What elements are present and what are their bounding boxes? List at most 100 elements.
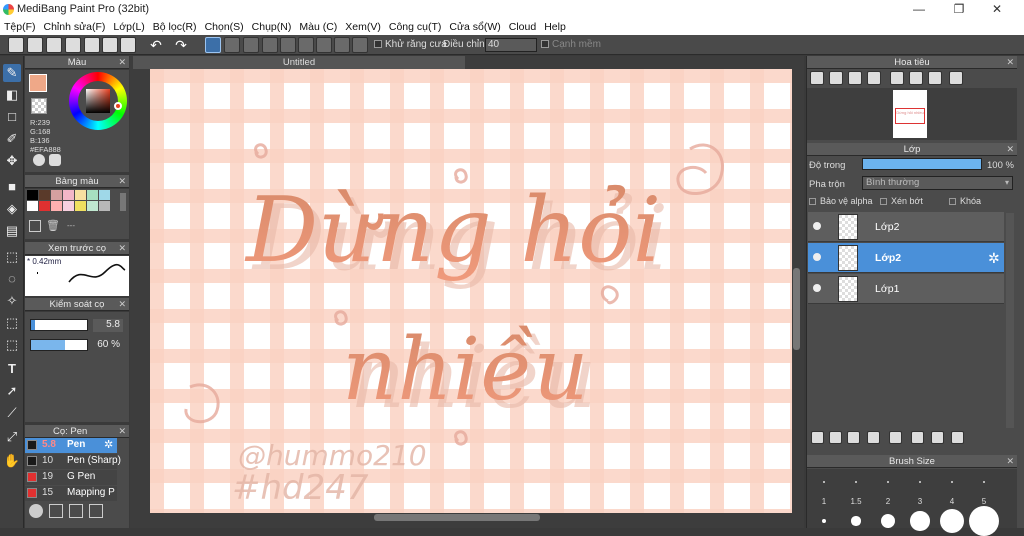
restore-button[interactable]: ❐ (944, 1, 974, 17)
palette-swatch[interactable] (27, 190, 38, 200)
palette-scrollbar[interactable] (120, 193, 126, 211)
merge-layer-icon[interactable] (931, 431, 944, 444)
menu-filter[interactable]: Bộ lọc(R) (153, 21, 197, 33)
hand-tool-icon[interactable]: ✋ (3, 452, 21, 470)
layer-scrollbar[interactable] (1006, 213, 1014, 428)
brush-item[interactable]: 5.8 Pen ✲ (25, 438, 117, 453)
palette-swatch[interactable] (99, 190, 110, 200)
gear-icon[interactable]: ✲ (104, 438, 113, 451)
panel-close-icon[interactable]: ✕ (1006, 143, 1014, 156)
new-layer-alt-icon[interactable] (829, 431, 842, 444)
pen-tool-icon[interactable]: ✐ (3, 130, 21, 148)
palette-swatch[interactable] (39, 201, 50, 211)
canvas-artwork[interactable]: Dừng hỏi Dừng hỏi nhiều nhiều @hummo210 … (150, 69, 792, 513)
brush-tool-icon[interactable]: ✎ (3, 64, 21, 82)
zoom-in-alt-icon[interactable] (829, 71, 843, 85)
vanishing-snap-icon[interactable] (262, 37, 278, 53)
operation-tool-icon[interactable]: ➚ (3, 382, 21, 400)
move-tool-icon[interactable]: ✥ (3, 152, 21, 170)
layer-row[interactable]: Lớp2 ✲ (808, 243, 1004, 273)
brush-size-cell[interactable]: 1 (809, 471, 839, 526)
rotate-icon[interactable] (928, 71, 942, 85)
folder-icon[interactable] (889, 431, 902, 444)
menu-snap[interactable]: Chụp(N) (252, 21, 292, 33)
dot-tool-icon[interactable]: □ (3, 108, 21, 126)
fill-rect-tool-icon[interactable]: ■ (3, 178, 21, 196)
menu-file[interactable]: Tệp(F) (4, 21, 36, 33)
palette-swatch[interactable] (39, 190, 50, 200)
divide-tool-icon[interactable]: ⟋ (3, 404, 21, 422)
visibility-eye-icon[interactable] (813, 222, 821, 230)
visibility-eye-icon[interactable] (813, 284, 821, 292)
cloud-brush-icon[interactable] (29, 504, 43, 518)
visibility-eye-icon[interactable] (813, 253, 821, 261)
brush-size-cell[interactable]: 5 (969, 471, 999, 536)
brush-item[interactable]: 15 Mapping P (25, 486, 117, 501)
grid-icon[interactable] (120, 37, 136, 53)
gradient-tool-icon[interactable]: ▤ (3, 222, 21, 240)
select-eraser-tool-icon[interactable]: ⬚ (3, 336, 21, 354)
panel-close-icon[interactable]: ✕ (118, 242, 126, 255)
cloud-icon[interactable] (8, 37, 24, 53)
select-pen-tool-icon[interactable]: ⬚ (3, 314, 21, 332)
new-layer-icon[interactable] (811, 431, 824, 444)
fullscreen-icon[interactable] (909, 71, 923, 85)
menu-select[interactable]: Chọn(S) (205, 21, 244, 33)
brush-size-cell[interactable]: 2 (873, 471, 903, 529)
eraser-tool-icon[interactable]: ◧ (3, 86, 21, 104)
color-settings-icon[interactable] (49, 154, 61, 166)
palette-swatch[interactable] (51, 190, 62, 200)
color-mode-icon[interactable] (33, 154, 45, 166)
brush-opacity-slider[interactable] (30, 339, 88, 351)
palette-swatch[interactable] (87, 190, 98, 200)
message-icon[interactable] (65, 37, 81, 53)
new-palette-icon[interactable] (29, 220, 41, 232)
parallel-snap-icon[interactable] (224, 37, 240, 53)
menu-tools[interactable]: Công cụ(T) (389, 21, 442, 33)
palette-swatch[interactable] (63, 201, 74, 211)
panel-close-icon[interactable]: ✕ (118, 425, 126, 438)
cross-snap-icon[interactable] (243, 37, 259, 53)
panel-close-icon[interactable]: ✕ (118, 298, 126, 311)
document-icon[interactable] (84, 37, 100, 53)
panel-close-icon[interactable]: ✕ (118, 56, 126, 69)
protect-alpha-checkbox[interactable] (809, 198, 816, 205)
color-wheel[interactable] (69, 72, 127, 130)
menu-edit[interactable]: Chỉnh sửa(F) (44, 21, 106, 33)
duplicate-layer-icon[interactable] (911, 431, 924, 444)
delete-layer-icon[interactable] (951, 431, 964, 444)
palette-swatch[interactable] (75, 190, 86, 200)
panel-close-icon[interactable]: ✕ (1006, 56, 1014, 69)
menu-cloud[interactable]: Cloud (509, 21, 536, 33)
palette-swatch[interactable] (27, 201, 38, 211)
redo-icon[interactable]: ↷ (172, 37, 190, 53)
navigator-viewport[interactable]: Dừng hỏi nhiều (895, 108, 925, 124)
palette-swatch[interactable] (99, 201, 110, 211)
palette-swatch[interactable] (51, 201, 62, 211)
primary-color-swatch[interactable] (29, 74, 47, 92)
curve-snap-icon[interactable] (316, 37, 332, 53)
navigator-view[interactable]: Dừng hỏi nhiều (807, 88, 1017, 140)
layer-row[interactable]: Lớp2 (808, 212, 1004, 242)
brush-item[interactable]: 10 Pen (Sharp) (25, 454, 121, 469)
brush-size-value[interactable]: 5.8 (93, 319, 123, 332)
adjust-input[interactable]: 40 (485, 38, 537, 52)
blend-mode-select[interactable]: Bình thường ▾ (862, 176, 1013, 190)
eyedropper-tool-icon[interactable]: ⤢ (3, 428, 21, 446)
canvas-vscrollbar[interactable] (793, 268, 800, 350)
lasso-tool-icon[interactable]: ◌ (3, 270, 21, 288)
panel-close-icon[interactable]: ✕ (1006, 455, 1014, 468)
add-brush-icon[interactable] (49, 504, 63, 518)
palette-swatch[interactable] (63, 190, 74, 200)
text-tool-icon[interactable]: T (3, 360, 21, 378)
clipping-checkbox[interactable] (880, 198, 887, 205)
brush-settings-icon[interactable] (89, 504, 103, 518)
palette-swatch[interactable] (87, 201, 98, 211)
circle-snap-icon[interactable] (298, 37, 314, 53)
new-halftone-layer-icon[interactable] (847, 431, 860, 444)
brush-size-cell[interactable]: 3 (905, 471, 935, 531)
menu-color[interactable]: Màu (C) (299, 21, 337, 33)
comment-icon[interactable] (46, 37, 62, 53)
magic-wand-tool-icon[interactable]: ✧ (3, 292, 21, 310)
brush-item[interactable]: 19 G Pen (25, 470, 117, 485)
